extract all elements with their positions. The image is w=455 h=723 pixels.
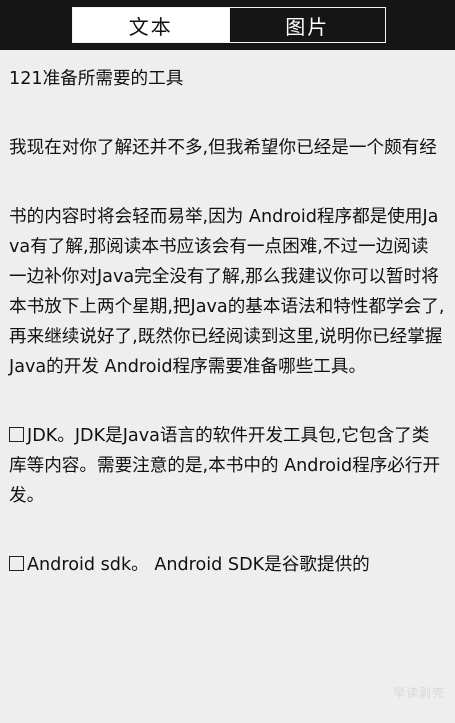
tab-image[interactable]: 图片 (228, 8, 385, 42)
list-item-android-sdk: Android sdk。 Android SDK是谷歌提供的 (9, 550, 446, 580)
article-title: 121准备所需要的工具 (9, 69, 184, 89)
checkbox-bullet-icon (9, 556, 24, 571)
tab-image-label: 图片 (285, 14, 330, 39)
segmented-tab-control: 文本 图片 (72, 7, 386, 43)
list-item-android-sdk-text: Android sdk。 Android SDK是谷歌提供的 (27, 555, 370, 575)
watermark: 早读剥壳 (392, 686, 445, 700)
tab-text-label: 文本 (128, 14, 173, 39)
tab-text[interactable]: 文本 (73, 8, 229, 42)
top-bar: 文本 图片 (0, 0, 455, 50)
article-intro: 我现在对你了解还并不多,但我希望你已经是一个颇有经 (9, 138, 437, 158)
list-item-jdk: JDK。JDK是Java语言的软件开发工具包,它包含了类库等内容。需要注意的是,… (9, 421, 446, 511)
list-item-jdk-text: JDK。JDK是Java语言的软件开发工具包,它包含了类库等内容。需要注意的是,… (9, 426, 441, 506)
article-paragraph-book: 书的内容时将会轻而易举,因为 Android程序都是使用Java有了解,那阅读本… (9, 207, 445, 377)
checkbox-bullet-icon (9, 427, 24, 442)
article-content[interactable]: 121准备所需要的工具 我现在对你了解还并不多,但我希望你已经是一个颇有经 书的… (0, 50, 455, 723)
